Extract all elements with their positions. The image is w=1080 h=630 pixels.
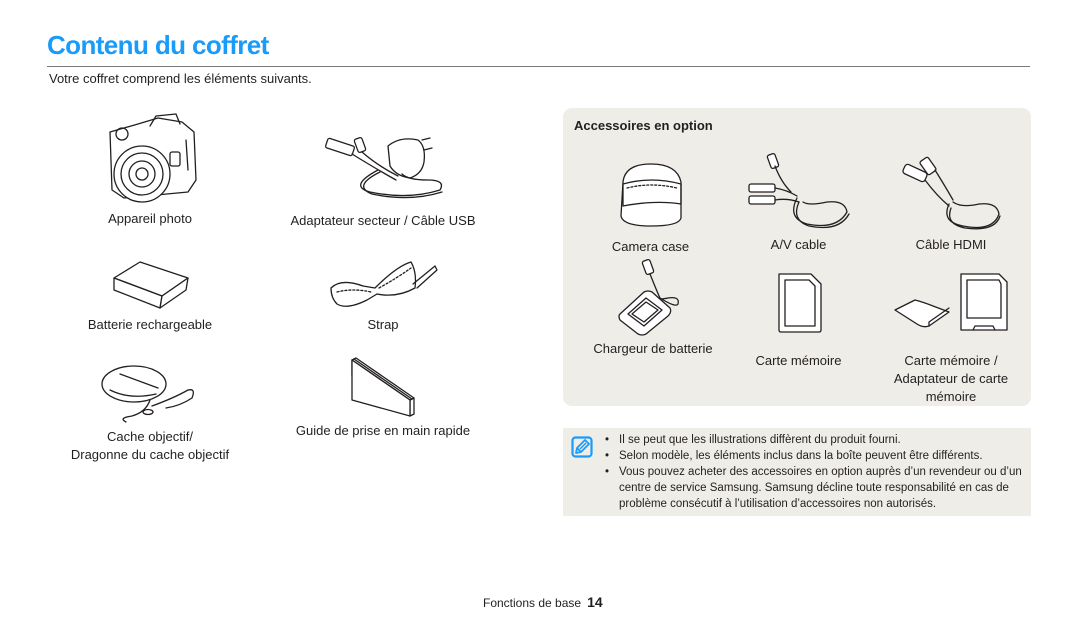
item-label: Guide de prise en main rapide <box>295 423 471 438</box>
intro-text: Votre coffret comprend les éléments suiv… <box>49 71 312 86</box>
optional-item-label-line2: Adaptateur de carte <box>893 371 1009 386</box>
optional-item-memory-card: Carte mémoire <box>731 272 866 370</box>
optional-item-battery-charger: Chargeur de batterie <box>578 258 728 358</box>
item-battery: Batterie rechargeable <box>70 258 230 334</box>
optional-item-label: Câble HDMI <box>915 237 987 252</box>
battery-charger-icon <box>618 258 679 336</box>
optional-item-label: Chargeur de batterie <box>593 341 713 356</box>
optional-item-hdmi-cable: Câble HDMI <box>881 156 1021 254</box>
optional-item-label-line1: Carte mémoire / <box>904 353 998 368</box>
item-lens-cap: Cache objectif/ Dragonne du cache object… <box>60 362 240 464</box>
memory-card-icon <box>777 273 822 333</box>
note-list: Il se peut que les illustrations diffère… <box>603 432 1023 512</box>
av-cable-icon <box>747 152 850 229</box>
item-quick-guide: Guide de prise en main rapide <box>283 356 483 440</box>
page-footer: Fonctions de base 14 <box>483 594 603 610</box>
note-item: Il se peut que les illustrations diffère… <box>603 432 1023 448</box>
optional-item-av-cable: A/V cable <box>731 152 866 254</box>
optional-item-camera-case: Camera case <box>583 158 718 256</box>
lens-cap-icon <box>101 365 194 423</box>
optional-item-label: Carte mémoire <box>755 353 842 368</box>
page-title: Contenu du coffret <box>47 30 269 60</box>
camera-case-icon <box>619 163 682 227</box>
item-strap: Strap <box>283 258 483 334</box>
strap-icon <box>330 261 438 307</box>
note-item: Vous pouvez acheter des accessoires en o… <box>603 464 1023 512</box>
optional-item-label-line3: mémoire <box>925 389 977 404</box>
item-label: Strap <box>367 317 399 332</box>
item-label-line1: Cache objectif/ <box>107 429 193 444</box>
page-number: 14 <box>587 594 603 610</box>
footer-section: Fonctions de base <box>483 596 582 610</box>
note-box: Il se peut que les illustrations diffère… <box>563 428 1031 516</box>
note-pencil-icon <box>571 436 593 458</box>
adapter-usb-cable-icon <box>325 136 443 199</box>
hdmi-cable-icon <box>902 156 1001 230</box>
battery-icon <box>113 261 189 309</box>
optional-accessories-panel: Accessoires en option Camera case A/V ca… <box>563 108 1031 406</box>
item-label: Adaptateur secteur / Câble USB <box>290 213 476 228</box>
optional-heading: Accessoires en option <box>574 118 713 133</box>
item-label: Appareil photo <box>108 211 192 226</box>
item-label: Batterie rechargeable <box>87 317 213 332</box>
item-camera: Appareil photo <box>70 110 230 228</box>
item-label-line2: Dragonne du cache objectif <box>70 447 230 462</box>
optional-item-label: A/V cable <box>770 237 827 252</box>
memory-card-adapter-icon <box>894 273 1008 331</box>
title-divider <box>47 66 1030 67</box>
note-item: Selon modèle, les éléments inclus dans l… <box>603 448 1023 464</box>
quick-guide-icon <box>351 357 415 417</box>
optional-item-memory-card-adapter: Carte mémoire / Adaptateur de carte mémo… <box>881 272 1021 406</box>
optional-item-label: Camera case <box>611 239 690 254</box>
camera-icon <box>109 113 197 203</box>
item-adapter-usb: Adaptateur secteur / Câble USB <box>283 130 483 230</box>
